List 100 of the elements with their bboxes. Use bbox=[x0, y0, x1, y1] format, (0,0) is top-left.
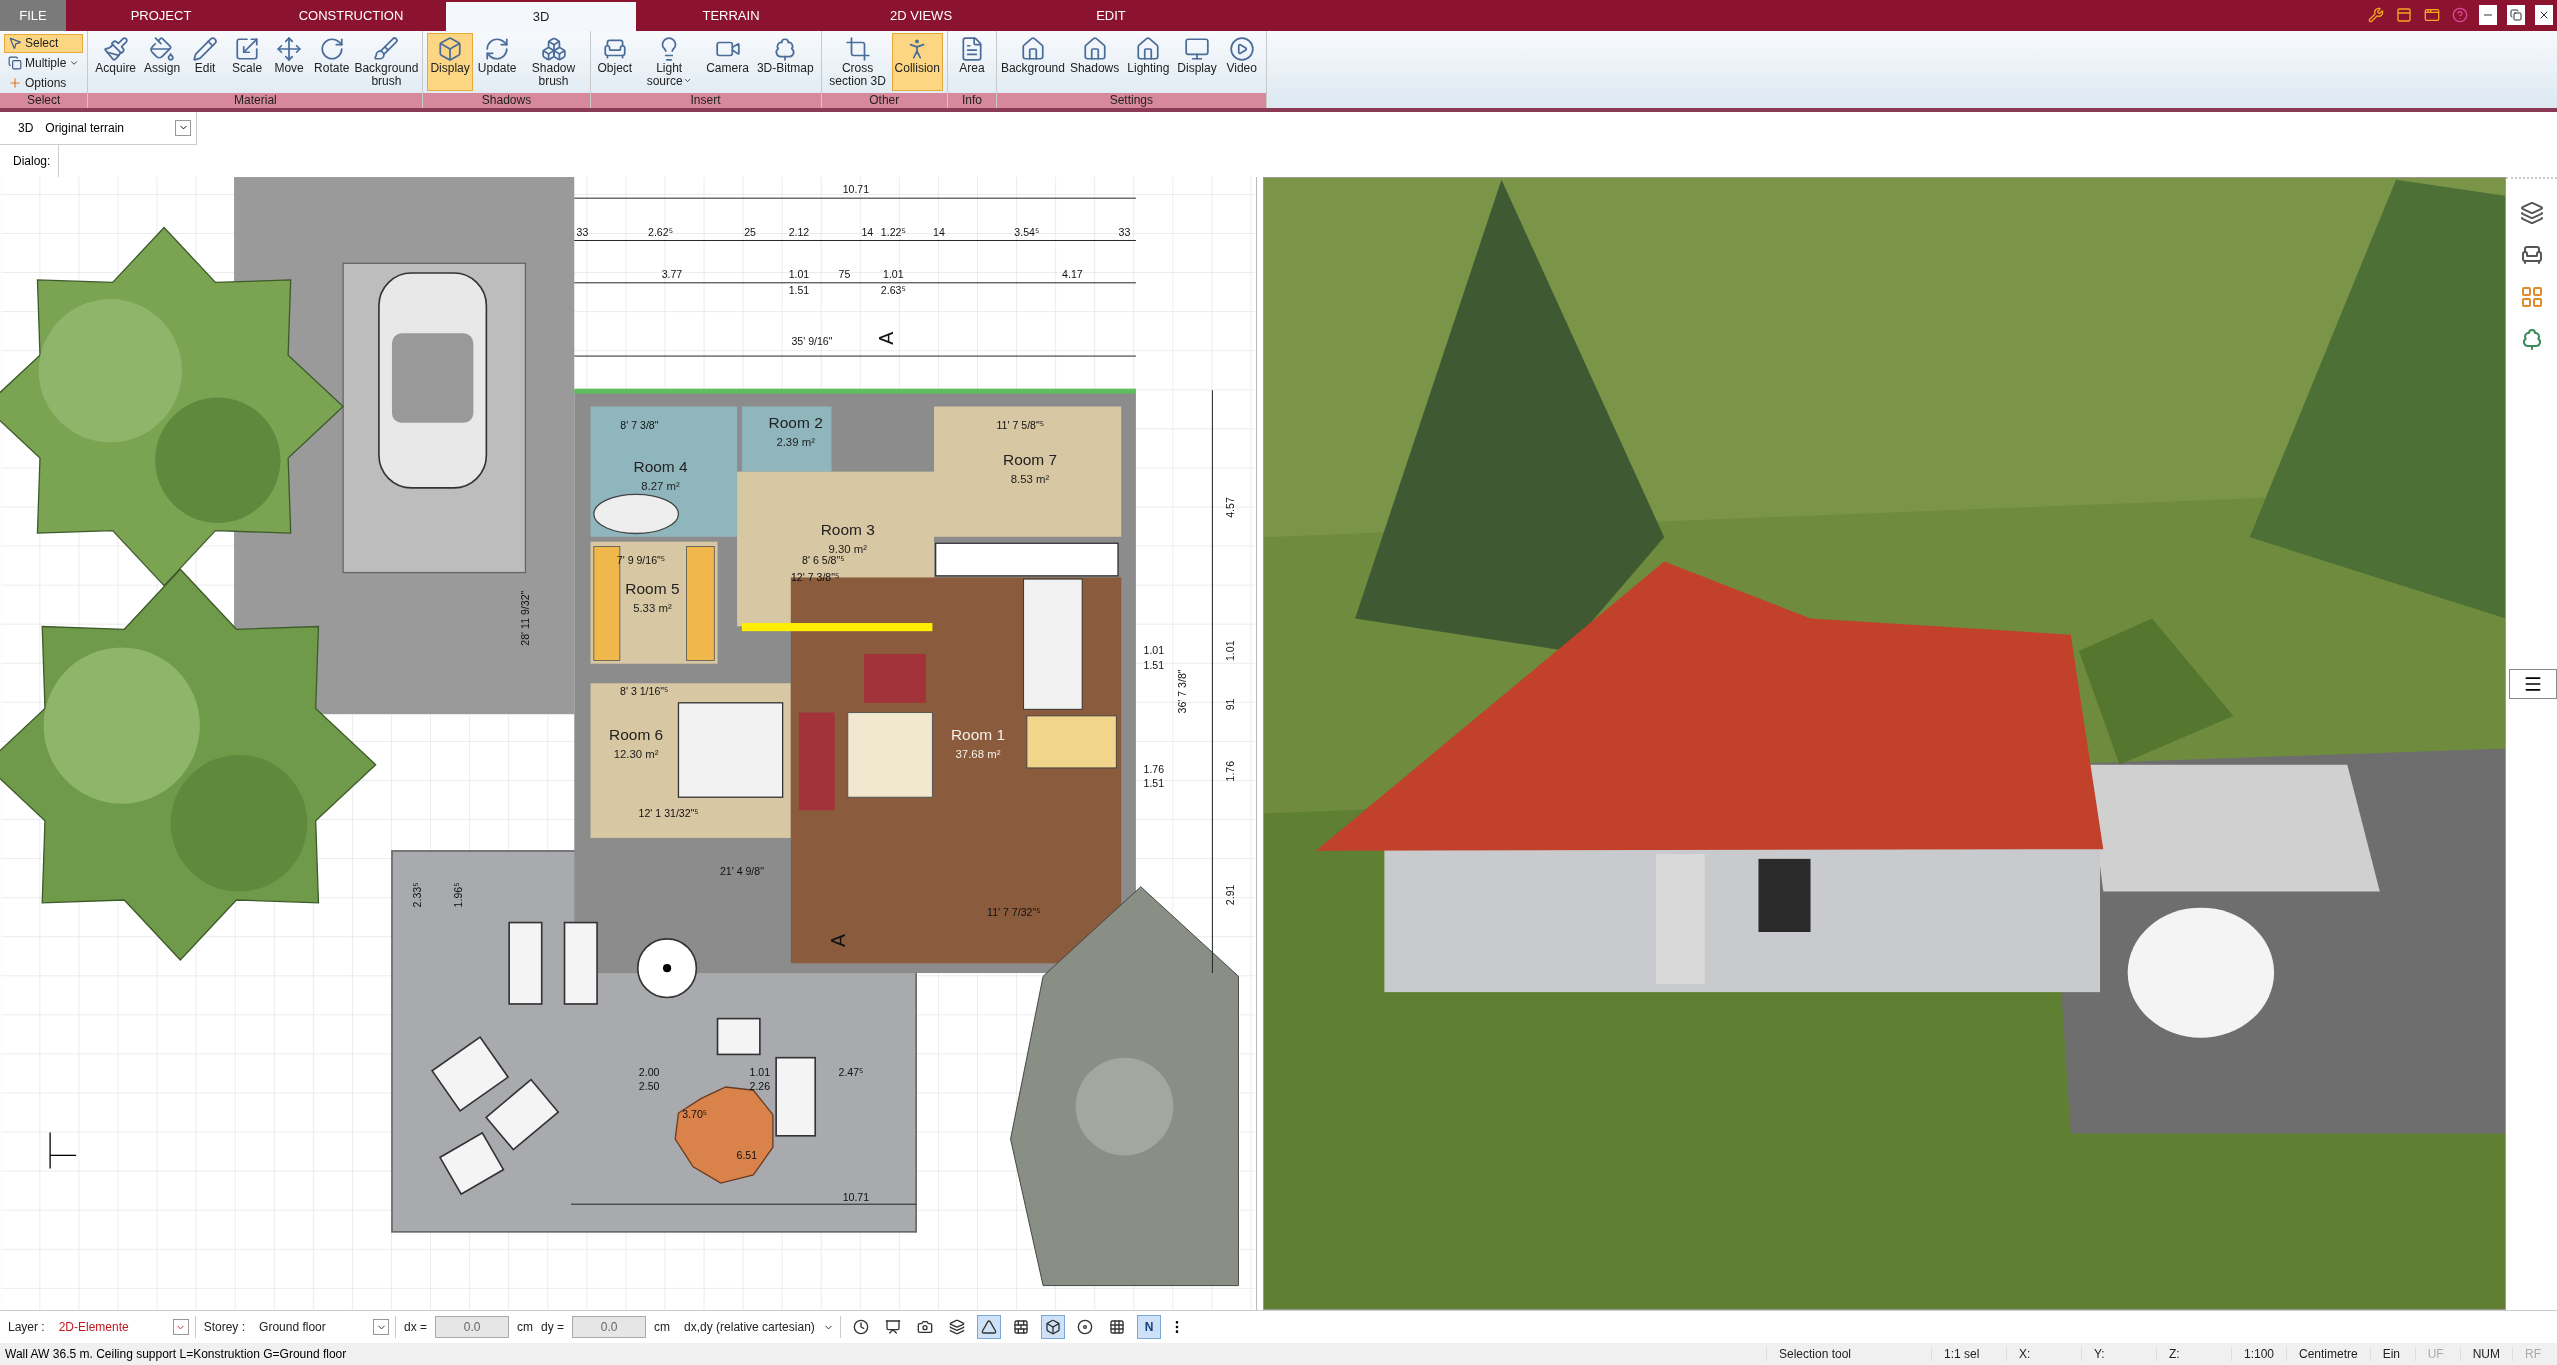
dimension-label: 3.70⁵ bbox=[682, 1108, 708, 1121]
view-mode-label: 3D bbox=[17, 120, 35, 135]
dimension-label: 3.77 bbox=[661, 268, 683, 281]
status-cell: 1:100 bbox=[2230, 1347, 2286, 1362]
ribbon-button[interactable]: Camera bbox=[703, 32, 752, 91]
toolbar-button[interactable] bbox=[1041, 1315, 1066, 1340]
ribbon-button[interactable]: Shadow brush bbox=[521, 32, 586, 91]
ribbon-button[interactable]: Acquire bbox=[92, 32, 140, 91]
ribbon-button[interactable]: Lighting bbox=[1124, 32, 1173, 91]
window-icon[interactable] bbox=[2424, 7, 2440, 24]
restore-icon[interactable] bbox=[2510, 9, 2522, 22]
copy-icon bbox=[8, 56, 22, 71]
ribbon-button[interactable]: Scale bbox=[227, 32, 268, 91]
wrench-icon[interactable] bbox=[2368, 7, 2384, 24]
ribbon-button[interactable]: Rotate bbox=[311, 32, 353, 91]
layer-dropdown[interactable]: 2D-Elemente bbox=[52, 1316, 196, 1339]
room-name: Room 5 bbox=[625, 580, 680, 598]
dx-field[interactable]: 0.0 bbox=[435, 1316, 510, 1339]
ribbon-button[interactable]: Options bbox=[4, 73, 84, 93]
dimension-label: 1.51 bbox=[788, 284, 810, 297]
north-button[interactable]: N bbox=[1137, 1315, 1162, 1340]
ribbon-button[interactable]: Move bbox=[269, 32, 310, 91]
dimension-label: 2.63⁵ bbox=[880, 284, 906, 297]
ribbon-button[interactable]: Object bbox=[594, 32, 636, 91]
unit-label: cm bbox=[517, 1320, 534, 1335]
ribbon-button[interactable]: Light source bbox=[637, 32, 702, 91]
dimension-label: 1.01 bbox=[1223, 640, 1236, 662]
scale-icon bbox=[234, 35, 261, 62]
dimension-label: 8' 7 3/8" bbox=[620, 419, 659, 432]
dimension-label: 2.91 bbox=[1223, 884, 1236, 906]
menu-tab[interactable]: 3D bbox=[446, 2, 636, 31]
ribbon-button[interactable]: Multiple bbox=[4, 53, 84, 73]
room-name: Room 1 bbox=[950, 726, 1006, 744]
side-panel-tab[interactable] bbox=[2509, 669, 2557, 700]
pencil-icon bbox=[192, 35, 219, 62]
ribbon-button[interactable]: 3D-Bitmap bbox=[753, 32, 817, 91]
dx-label: dx = bbox=[404, 1320, 428, 1335]
ribbon-button[interactable]: Select bbox=[4, 33, 84, 53]
menu-tab[interactable]: TERRAIN bbox=[636, 0, 826, 31]
dimension-label: 14 bbox=[933, 225, 945, 238]
dimension-label: 1.96⁵ bbox=[451, 882, 464, 908]
dy-label: dy = bbox=[541, 1320, 565, 1335]
group-title: Settings bbox=[996, 92, 1266, 108]
cube-icon bbox=[437, 35, 464, 62]
ribbon-button[interactable]: Edit bbox=[185, 32, 226, 91]
terrain-dropdown[interactable]: Original terrain bbox=[45, 116, 195, 139]
ribbon-button[interactable]: Collision bbox=[891, 32, 943, 91]
ribbon-button[interactable]: Assign bbox=[141, 32, 184, 91]
storey-dropdown[interactable]: Ground floor bbox=[253, 1316, 397, 1339]
menu-tab[interactable]: EDIT bbox=[1016, 0, 1206, 31]
menu-tab[interactable]: CONSTRUCTION bbox=[256, 0, 446, 31]
room-area: 8.27 m² bbox=[641, 479, 680, 492]
dimension-label: 1.22⁵ bbox=[880, 225, 906, 238]
menu-tab[interactable]: FILE bbox=[0, 0, 66, 31]
move-icon bbox=[276, 35, 303, 62]
menu-tab[interactable]: 2D VIEWS bbox=[826, 0, 1016, 31]
dimension-label: 8' 6 5/8"⁵ bbox=[802, 554, 845, 567]
panel-icon[interactable] bbox=[2396, 7, 2412, 24]
dimension-label: 6.51 bbox=[736, 1148, 758, 1161]
ribbon-button[interactable]: Video bbox=[1221, 32, 1262, 91]
dimension-label: 2.62⁵ bbox=[648, 225, 674, 238]
ribbon-button[interactable]: Display bbox=[1174, 32, 1220, 91]
group-title: Shadows bbox=[423, 92, 590, 108]
house-icon bbox=[1135, 35, 1162, 62]
dimension-label: 8' 3 1/16"⁵ bbox=[620, 685, 669, 697]
room-name: Room 6 bbox=[609, 726, 664, 744]
dimension-label: 2.12 bbox=[788, 225, 810, 238]
ribbon-button[interactable]: Display bbox=[427, 32, 473, 91]
dimension-label: 2.26 bbox=[749, 1080, 771, 1093]
roof-icon bbox=[981, 1319, 998, 1336]
help-icon[interactable] bbox=[2452, 7, 2468, 24]
dimension-label: 35' 9/16" bbox=[791, 335, 833, 348]
dimension-label: 36' 7 3/8" bbox=[1176, 669, 1189, 714]
menu-tab[interactable]: PROJECT bbox=[66, 0, 256, 31]
dy-field[interactable]: 0.0 bbox=[572, 1316, 647, 1339]
dimension-label: 33 bbox=[1118, 225, 1131, 238]
ribbon-button[interactable]: Shadows bbox=[1066, 32, 1123, 91]
ribbon-button[interactable]: Cross section 3D bbox=[825, 32, 890, 91]
rotate-icon bbox=[318, 35, 345, 62]
ribbon-button[interactable]: Background brush bbox=[354, 32, 419, 91]
toolbar-button[interactable] bbox=[977, 1315, 1002, 1340]
house-icon bbox=[1081, 35, 1108, 62]
ribbon-button[interactable]: Update bbox=[474, 32, 520, 91]
layers-icon[interactable] bbox=[2519, 201, 2544, 226]
house-icon bbox=[1019, 35, 1046, 62]
status-cell: 1:1 sel bbox=[1930, 1347, 2006, 1362]
room-name: Room 2 bbox=[768, 414, 823, 432]
ribbon-button[interactable]: Area bbox=[951, 32, 992, 91]
dimension-label: 25 bbox=[744, 225, 756, 238]
section-mark: A bbox=[826, 934, 849, 948]
coordinate-mode-dropdown[interactable]: dx,dy (relative cartesian) bbox=[678, 1316, 842, 1339]
status-cell: UF bbox=[2414, 1347, 2460, 1362]
room-area: 8.53 m² bbox=[1010, 473, 1050, 486]
dimension-label: 4.17 bbox=[1062, 268, 1083, 281]
dimension-label: 1.01 bbox=[749, 1065, 771, 1078]
dimension-label: 11' 7 7/32"⁵ bbox=[987, 906, 1041, 919]
dimension-label: 21' 4 9/8" bbox=[719, 865, 764, 878]
ribbon-button[interactable]: Background bbox=[1000, 32, 1065, 91]
group-title: Info bbox=[947, 92, 996, 108]
room-area: 5.33 m² bbox=[633, 602, 672, 614]
